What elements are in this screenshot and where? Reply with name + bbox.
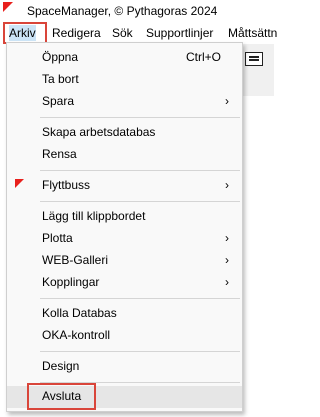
menu-item-label: Rensa [42,147,77,161]
menu-item-lagg-till-klippbordet[interactable]: Lägg till klippbordet [7,206,242,228]
chevron-right-icon: › [225,231,229,245]
arkiv-dropdown-menu: Öppna Ctrl+O Ta bort Spara › Skapa arbet… [6,42,243,412]
menu-separator [40,201,240,202]
print-icon[interactable] [245,52,263,66]
menu-item-label: Skapa arbetsdatabas [42,125,156,139]
menu-item-kopplingar[interactable]: Kopplingar › [7,272,242,294]
menu-item-oppna[interactable]: Öppna Ctrl+O [7,47,242,69]
menu-item-label: WEB-Galleri [42,253,109,267]
menu-item-shortcut: Ctrl+O [185,50,221,64]
menu-supportlinjer[interactable]: Supportlinjer [146,25,213,41]
avsluta-highlight-box [27,383,96,410]
menu-item-web-galleri[interactable]: WEB-Galleri › [7,250,242,272]
arkiv-highlight-box [3,22,47,44]
menu-separator [40,298,240,299]
menu-item-label: Design [42,359,80,373]
menu-item-kolla-databas[interactable]: Kolla Databas [7,303,242,325]
menu-mattsattning[interactable]: Måttsättn [228,25,277,41]
menu-item-skapa-arbetsdatabas[interactable]: Skapa arbetsdatabas [7,122,242,144]
flag-icon [15,179,24,188]
menu-item-label: OKA-kontroll [42,328,111,342]
menu-item-label: Spara [42,94,75,108]
menu-item-plotta[interactable]: Plotta › [7,228,242,250]
chevron-right-icon: › [225,94,229,108]
menu-item-label: Öppna [42,50,79,64]
chevron-right-icon: › [225,178,229,192]
menu-item-ta-bort[interactable]: Ta bort [7,69,242,91]
menu-item-label: Flyttbuss [42,178,91,192]
menu-item-spara[interactable]: Spara › [7,91,242,113]
menu-item-label: Lägg till klippbordet [42,209,146,223]
menu-item-label: Kolla Databas [42,306,117,320]
menu-item-label: Ta bort [42,72,79,86]
menu-separator [40,170,240,171]
menu-separator [40,117,240,118]
window-title: SpaceManager, © Pythagoras 2024 [27,4,218,18]
menu-separator [40,351,240,352]
menu-item-oka-kontroll[interactable]: OKA-kontroll [7,325,242,347]
app-flag-icon [3,2,13,12]
menu-item-label: Plotta [42,231,73,245]
menu-item-flyttbuss[interactable]: Flyttbuss › [7,175,242,197]
chevron-right-icon: › [225,253,229,267]
menu-redigera[interactable]: Redigera [52,25,101,41]
menu-item-label: Kopplingar [42,275,100,289]
menu-item-design[interactable]: Design [7,356,242,378]
title-bar: SpaceManager, © Pythagoras 2024 [0,0,273,22]
menu-sok[interactable]: Sök [112,25,133,41]
chevron-right-icon: › [225,275,229,289]
menu-item-rensa[interactable]: Rensa [7,144,242,166]
